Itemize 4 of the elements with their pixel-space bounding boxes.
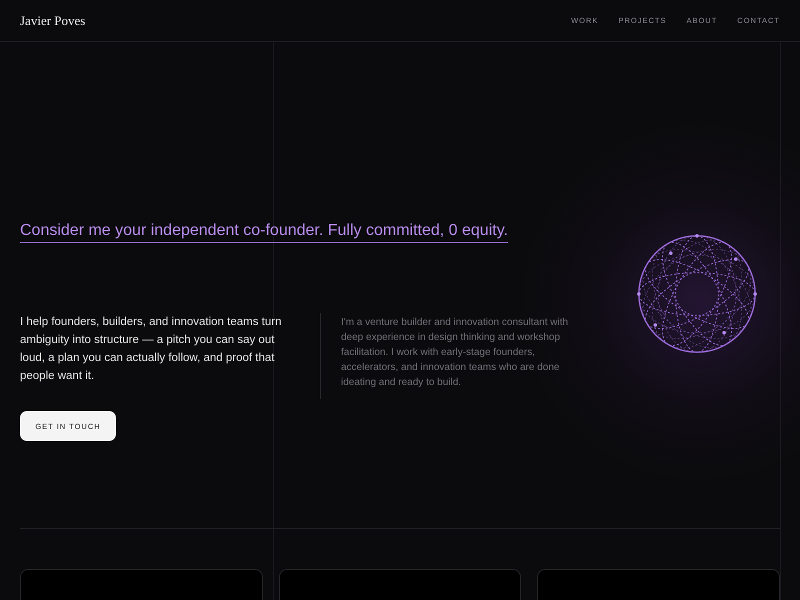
tagline: Consider me your independent co-founder. Fully committed, 0 equity. — [20, 222, 508, 243]
bio-paragraph: I'm a venture builder and innovation consultant with deep experience in design thinking and workshop facilitation. I work with early-stage founders, accelerators, and innovation teams who are done ideating and ready to build. — [320, 313, 571, 399]
intro-paragraph: I help founders, builders, and innovation teams turn ambiguity into structure — a pitch you can say out loud, a plan you can actually follow, and proof that people want it. — [20, 315, 282, 384]
site-logo-text[interactable]: Javier Poves — [20, 12, 86, 28]
